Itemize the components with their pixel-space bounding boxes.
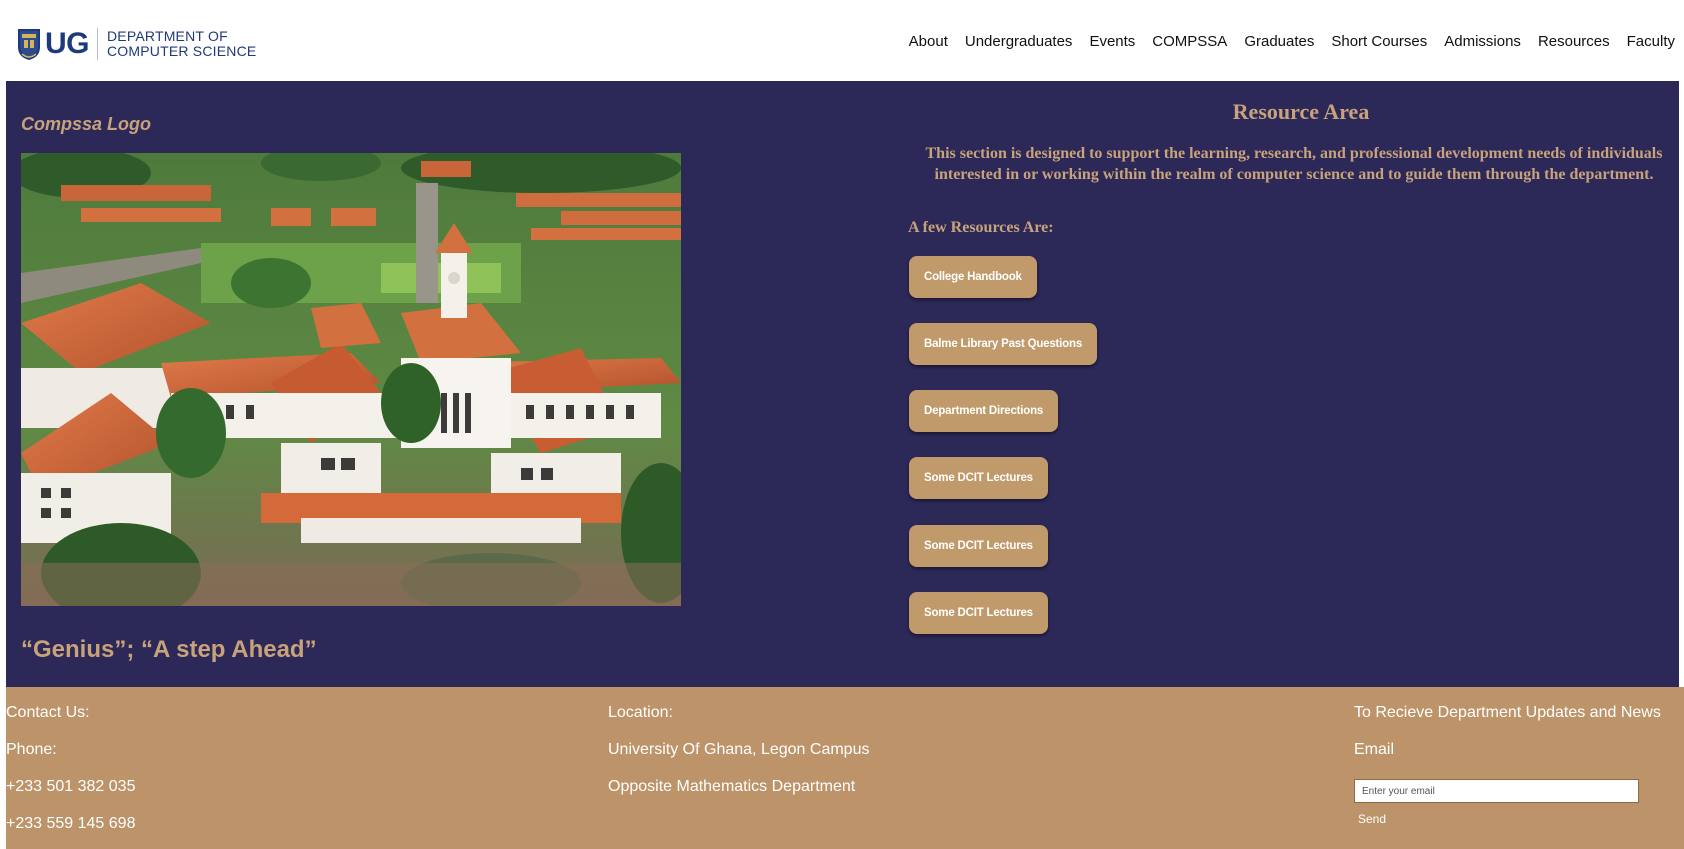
nav-graduates[interactable]: Graduates (1244, 33, 1314, 50)
phone-number-1: +233 501 382 035 (6, 778, 136, 795)
ug-crest-icon (18, 29, 40, 60)
email-label: Email (1354, 741, 1395, 758)
campus-aerial-image (21, 153, 681, 606)
location-line-2: Opposite Mathematics Department (608, 778, 856, 795)
department-directions-button[interactable]: Department Directions (909, 390, 1059, 432)
site-footer: Contact Us: Phone: +233 501 382 035 +233… (6, 687, 1684, 849)
nav-undergraduates[interactable]: Undergraduates (965, 33, 1073, 50)
logo-dept-line-1: DEPARTMENT OF (107, 28, 228, 44)
dcit-lectures-button-3[interactable]: Some DCIT Lectures (909, 592, 1048, 634)
main-nav: About Undergraduates Events COMPSSA Grad… (892, 33, 1675, 50)
site-header: UG DEPARTMENT OF COMPUTER SCIENCE About … (0, 0, 1684, 81)
nav-short-courses[interactable]: Short Courses (1331, 33, 1427, 50)
logo-divider (97, 28, 98, 60)
nav-resources[interactable]: Resources (1538, 33, 1610, 50)
send-button[interactable]: Send (1358, 812, 1386, 826)
logo-department-text: DEPARTMENT OF COMPUTER SCIENCE (107, 29, 256, 59)
college-handbook-button[interactable]: College Handbook (909, 256, 1037, 298)
resource-area-title: Resource Area (1232, 99, 1370, 124)
updates-heading: To Recieve Department Updates and News (1354, 704, 1661, 721)
nav-faculty[interactable]: Faculty (1627, 33, 1675, 50)
dcit-lectures-button-2[interactable]: Some DCIT Lectures (909, 525, 1048, 567)
balme-library-past-questions-button[interactable]: Balme Library Past Questions (909, 323, 1098, 365)
phone-label: Phone: (6, 741, 57, 758)
nav-events[interactable]: Events (1089, 33, 1135, 50)
logo-dept-line-2: COMPUTER SCIENCE (107, 43, 257, 59)
slogan: “Genius”; “A step Ahead” (21, 636, 317, 663)
nav-compssa[interactable]: COMPSSA (1152, 33, 1227, 50)
nav-admissions[interactable]: Admissions (1444, 33, 1521, 50)
nav-about[interactable]: About (909, 33, 948, 50)
phone-number-2: +233 559 145 698 (6, 815, 136, 832)
logo-ug-text: UG (45, 27, 90, 60)
resources-subheading: A few Resources Are: (908, 219, 1054, 236)
dcit-lectures-button-1[interactable]: Some DCIT Lectures (909, 457, 1048, 499)
compssa-logo-caption: Compssa Logo (21, 114, 152, 134)
ug-logo[interactable]: UG DEPARTMENT OF COMPUTER SCIENCE (16, 27, 256, 61)
location-line-1: University Of Ghana, Legon Campus (608, 741, 870, 758)
resource-section: Compssa Logo “Genius”; “A step Ahead” Re… (6, 81, 1679, 687)
contact-heading: Contact Us: (6, 704, 90, 721)
resource-area-description: This section is designed to support the … (925, 145, 1663, 183)
location-heading: Location: (608, 704, 673, 721)
email-input[interactable] (1354, 779, 1639, 803)
